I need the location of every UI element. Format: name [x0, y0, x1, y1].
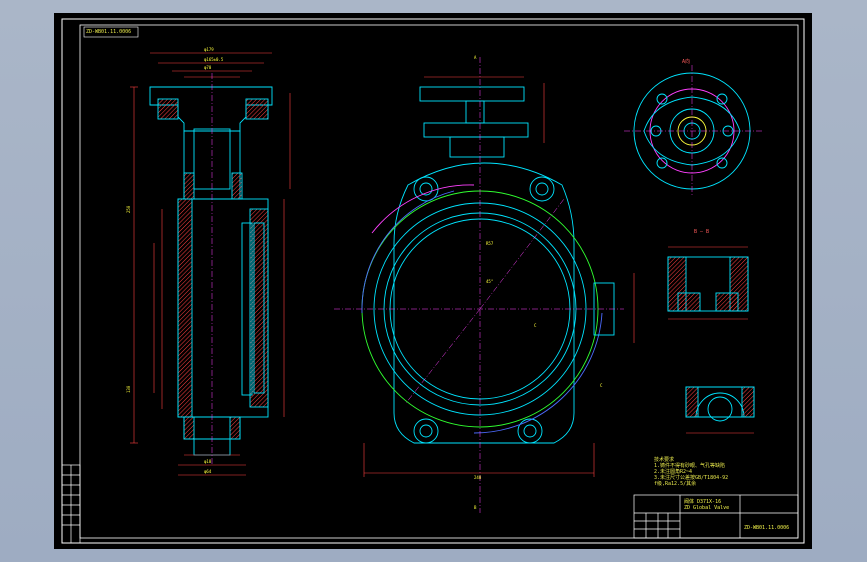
- svg-text:45°: 45°: [486, 279, 493, 284]
- title-block-drawing-number: ZD-WB01.11.0006: [744, 525, 790, 531]
- svg-text:R57: R57: [486, 241, 494, 246]
- svg-text:φ70: φ70: [204, 65, 212, 70]
- technical-notes: 技术要求 1.铸件不得有砂眼、气孔等缺陷 2.未注圆角R2~4 3.未注尺寸公差…: [654, 457, 728, 487]
- corner-label: ZD-WB01.11.0006: [86, 29, 132, 35]
- svg-text:A: A: [474, 55, 477, 60]
- svg-text:φ165±0.5: φ165±0.5: [204, 57, 224, 62]
- note-line: f级,Ra12.5/其余: [654, 481, 697, 487]
- svg-text:250: 250: [126, 205, 131, 213]
- bb-section: [667, 256, 749, 312]
- front-view: [361, 86, 615, 444]
- a-view-label: A向: [682, 59, 691, 65]
- svg-text:φ179: φ179: [204, 47, 214, 52]
- svg-text:C: C: [600, 383, 603, 388]
- svg-text:φ18: φ18: [204, 459, 212, 464]
- svg-text:130: 130: [126, 385, 131, 393]
- front-centerlines: [334, 57, 624, 513]
- a-view-centerlines: [624, 65, 764, 197]
- svg-text:240: 240: [474, 475, 482, 480]
- detail-view: [685, 386, 755, 422]
- svg-text:B: B: [474, 505, 477, 510]
- svg-text:φ64: φ64: [204, 469, 212, 474]
- svg-text:C: C: [534, 323, 537, 328]
- revision-column: [61, 464, 81, 544]
- title-block-company: ZD Global Valve: [684, 505, 730, 511]
- bb-section-label: B — B: [694, 229, 710, 235]
- drawing-sheet: φ179 φ165±0.5 φ70 250 130 φ18 φ64 240 R5…: [54, 13, 812, 549]
- section-view: [149, 86, 273, 456]
